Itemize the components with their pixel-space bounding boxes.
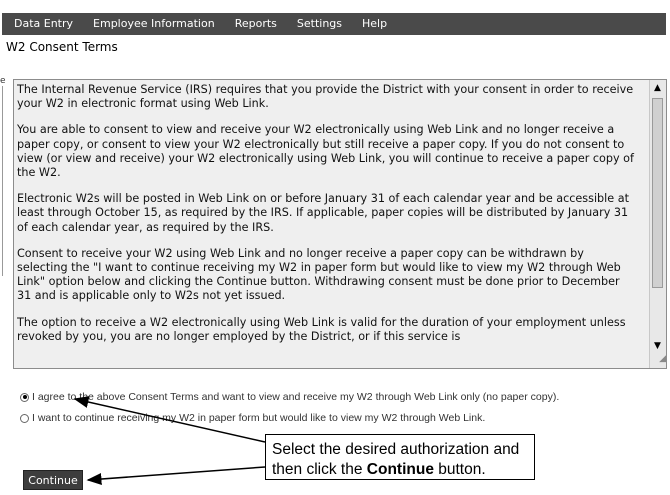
terms-paragraph: Consent to receive your W2 using Web Lin… bbox=[17, 246, 621, 303]
option-paper-label: I want to continue receiving my W2 in pa… bbox=[32, 412, 486, 424]
instruction-callout: Select the desired authorization and the… bbox=[265, 434, 535, 480]
terms-paragraph: The option to receive a W2 electronicall… bbox=[17, 315, 626, 343]
terms-paragraph: Electronic W2s will be posted in Web Lin… bbox=[17, 192, 629, 234]
scroll-up-arrow-icon[interactable]: ▲ bbox=[652, 83, 663, 94]
side-divider bbox=[2, 86, 3, 276]
page-title: W2 Consent Terms bbox=[6, 40, 118, 54]
continue-button[interactable]: Continue bbox=[23, 470, 83, 490]
menu-item-help[interactable]: Help bbox=[352, 13, 397, 35]
side-fragment-text: e bbox=[0, 76, 6, 86]
menu-bar: Data Entry Employee Information Reports … bbox=[2, 13, 666, 35]
option-agree-label: I agree to the above Consent Terms and w… bbox=[32, 391, 560, 403]
terms-paragraph: The Internal Revenue Service (IRS) requi… bbox=[17, 83, 634, 111]
callout-line-2: then click the Continue button. bbox=[272, 461, 486, 478]
radio-paper-copy[interactable] bbox=[20, 413, 29, 423]
arrow-to-continue-button bbox=[86, 466, 266, 485]
terms-scrollbar[interactable]: ▲ ▼ bbox=[649, 80, 666, 368]
menu-item-employee-information[interactable]: Employee Information bbox=[83, 13, 225, 35]
scroll-thumb[interactable] bbox=[652, 98, 663, 288]
consent-terms-textarea[interactable]: The Internal Revenue Service (IRS) requi… bbox=[13, 79, 667, 369]
terms-paragraph: You are able to consent to view and rece… bbox=[17, 123, 634, 180]
menu-item-data-entry[interactable]: Data Entry bbox=[2, 13, 83, 35]
resize-grip-icon[interactable]: ◢ bbox=[652, 354, 666, 368]
option-paper-copy[interactable]: I want to continue receiving my W2 in pa… bbox=[20, 412, 485, 424]
option-agree-electronic[interactable]: I agree to the above Consent Terms and w… bbox=[20, 391, 559, 403]
menu-item-settings[interactable]: Settings bbox=[287, 13, 352, 35]
consent-terms-text: The Internal Revenue Service (IRS) requi… bbox=[17, 83, 637, 365]
scroll-down-arrow-icon[interactable]: ▼ bbox=[652, 341, 663, 352]
menu-item-reports[interactable]: Reports bbox=[225, 13, 287, 35]
callout-line-1: Select the desired authorization and bbox=[272, 441, 520, 458]
radio-agree-electronic[interactable] bbox=[20, 392, 29, 402]
